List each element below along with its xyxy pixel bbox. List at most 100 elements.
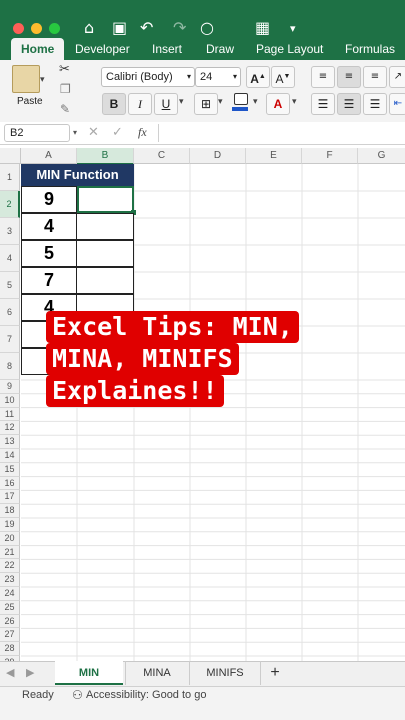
- result-cell[interactable]: [77, 213, 134, 240]
- row-header[interactable]: 27: [0, 628, 20, 643]
- tab-home[interactable]: Home: [11, 38, 65, 60]
- customize-toolbar-icon[interactable]: ▾: [290, 22, 296, 35]
- circle-icon[interactable]: ○: [200, 18, 214, 37]
- tab-formulas[interactable]: Formulas: [345, 38, 395, 60]
- confirm-edit-icon[interactable]: ✓: [112, 125, 123, 140]
- row-header[interactable]: 9: [0, 380, 20, 394]
- value-cell[interactable]: 9: [21, 186, 77, 213]
- row-header[interactable]: 5: [0, 272, 20, 299]
- paste-label[interactable]: Paste: [17, 96, 43, 107]
- row-header[interactable]: 23: [0, 573, 20, 587]
- redo-icon[interactable]: ↷: [173, 18, 186, 37]
- borders-icon[interactable]: ⊞: [194, 93, 218, 115]
- bold-button[interactable]: B: [102, 93, 126, 115]
- row-header[interactable]: 28: [0, 642, 20, 656]
- align-middle-icon[interactable]: ≡: [337, 66, 361, 88]
- tab-insert[interactable]: Insert: [152, 38, 182, 60]
- decrease-font-size-icon[interactable]: A▼: [271, 66, 295, 88]
- row-header[interactable]: 4: [0, 245, 20, 272]
- row-header[interactable]: 24: [0, 587, 20, 601]
- sheet-tab-min[interactable]: MIN: [55, 661, 123, 685]
- sheet-tab-mina[interactable]: MINA: [125, 661, 188, 685]
- close-window-icon[interactable]: [13, 23, 24, 34]
- font-color-dropdown-icon[interactable]: ▾: [292, 96, 297, 107]
- column-header-b[interactable]: B: [77, 148, 134, 165]
- tab-page-layout[interactable]: Page Layout: [256, 38, 323, 60]
- format-painter-icon[interactable]: ✎: [60, 102, 70, 116]
- table-header-cell[interactable]: MIN Function: [21, 164, 134, 186]
- active-cell-b2[interactable]: [77, 186, 134, 213]
- column-header-a[interactable]: A: [21, 148, 77, 164]
- scroll-left-icon[interactable]: ◀: [6, 666, 14, 679]
- result-cell[interactable]: [77, 240, 134, 267]
- column-header-c[interactable]: C: [134, 148, 190, 164]
- row-header[interactable]: 1: [0, 164, 20, 191]
- row-header[interactable]: 8: [0, 353, 20, 380]
- row-header[interactable]: 16: [0, 476, 20, 491]
- value-cell[interactable]: 7: [21, 267, 77, 294]
- align-top-icon[interactable]: ≡: [311, 66, 335, 88]
- row-header[interactable]: 13: [0, 435, 20, 449]
- row-header[interactable]: 21: [0, 545, 20, 560]
- align-right-icon[interactable]: ☰: [363, 93, 387, 115]
- cut-icon[interactable]: ✂: [59, 62, 70, 77]
- paste-dropdown-icon[interactable]: ▾: [40, 74, 45, 85]
- row-header[interactable]: 19: [0, 518, 20, 532]
- tab-developer[interactable]: Developer: [75, 38, 130, 60]
- row-header[interactable]: 20: [0, 531, 20, 546]
- decrease-indent-icon[interactable]: ⇤: [389, 93, 405, 115]
- row-header[interactable]: 3: [0, 218, 20, 245]
- increase-font-size-icon[interactable]: A▲: [246, 66, 270, 88]
- name-box[interactable]: B2: [4, 124, 70, 142]
- row-header[interactable]: 10: [0, 393, 20, 408]
- row-header[interactable]: 26: [0, 614, 20, 629]
- fill-color-icon[interactable]: [232, 93, 248, 111]
- formula-input[interactable]: [158, 124, 405, 142]
- value-cell[interactable]: 4: [21, 213, 77, 240]
- row-header[interactable]: 18: [0, 504, 20, 518]
- save-icon[interactable]: ▣: [112, 18, 127, 37]
- home-icon[interactable]: ⌂: [84, 18, 94, 37]
- result-cell[interactable]: [77, 267, 134, 294]
- select-all-corner[interactable]: [0, 148, 21, 164]
- row-header[interactable]: 6: [0, 299, 20, 326]
- accessibility-icon[interactable]: ⚇: [72, 688, 83, 702]
- value-cell[interactable]: 5: [21, 240, 77, 267]
- font-color-icon[interactable]: A: [266, 93, 290, 115]
- borders-dropdown-icon[interactable]: ▾: [218, 96, 223, 107]
- column-header-g[interactable]: G: [358, 148, 405, 164]
- underline-button[interactable]: U: [154, 93, 178, 115]
- row-header[interactable]: 2: [0, 191, 20, 218]
- status-accessibility[interactable]: Accessibility: Good to go: [86, 689, 206, 701]
- undo-icon[interactable]: ↶: [140, 18, 153, 37]
- paste-icon[interactable]: [12, 65, 40, 93]
- cancel-edit-icon[interactable]: ✕: [88, 125, 99, 140]
- orientation-icon[interactable]: ↗: [389, 66, 405, 88]
- row-header[interactable]: 15: [0, 462, 20, 477]
- font-size-select[interactable]: 24 ▾: [195, 67, 241, 87]
- align-center-icon[interactable]: ☰: [337, 93, 361, 115]
- grid-icon[interactable]: ▦: [255, 18, 270, 37]
- name-box-chevron-down-icon[interactable]: ▾: [73, 128, 77, 137]
- row-header[interactable]: 17: [0, 490, 20, 505]
- zoom-window-icon[interactable]: [49, 23, 60, 34]
- column-header-e[interactable]: E: [246, 148, 302, 164]
- column-header-d[interactable]: D: [190, 148, 246, 164]
- scroll-right-icon[interactable]: ▶: [26, 666, 34, 679]
- insert-function-button[interactable]: fx: [138, 125, 147, 140]
- sheet-tab-minifs[interactable]: MINIFS: [189, 661, 261, 685]
- fill-color-dropdown-icon[interactable]: ▾: [253, 96, 258, 107]
- copy-icon[interactable]: ❐: [60, 82, 71, 96]
- row-header[interactable]: 22: [0, 559, 20, 574]
- add-sheet-button[interactable]: +: [262, 661, 288, 685]
- row-header[interactable]: 14: [0, 449, 20, 463]
- align-bottom-icon[interactable]: ≡: [363, 66, 387, 88]
- row-header[interactable]: 7: [0, 326, 20, 353]
- font-name-select[interactable]: Calibri (Body) ▾: [101, 67, 195, 87]
- row-header[interactable]: 25: [0, 600, 20, 615]
- column-header-f[interactable]: F: [302, 148, 358, 164]
- row-header[interactable]: 11: [0, 407, 20, 422]
- row-header[interactable]: 12: [0, 421, 20, 436]
- minimize-window-icon[interactable]: [31, 23, 42, 34]
- underline-dropdown-icon[interactable]: ▾: [179, 96, 184, 107]
